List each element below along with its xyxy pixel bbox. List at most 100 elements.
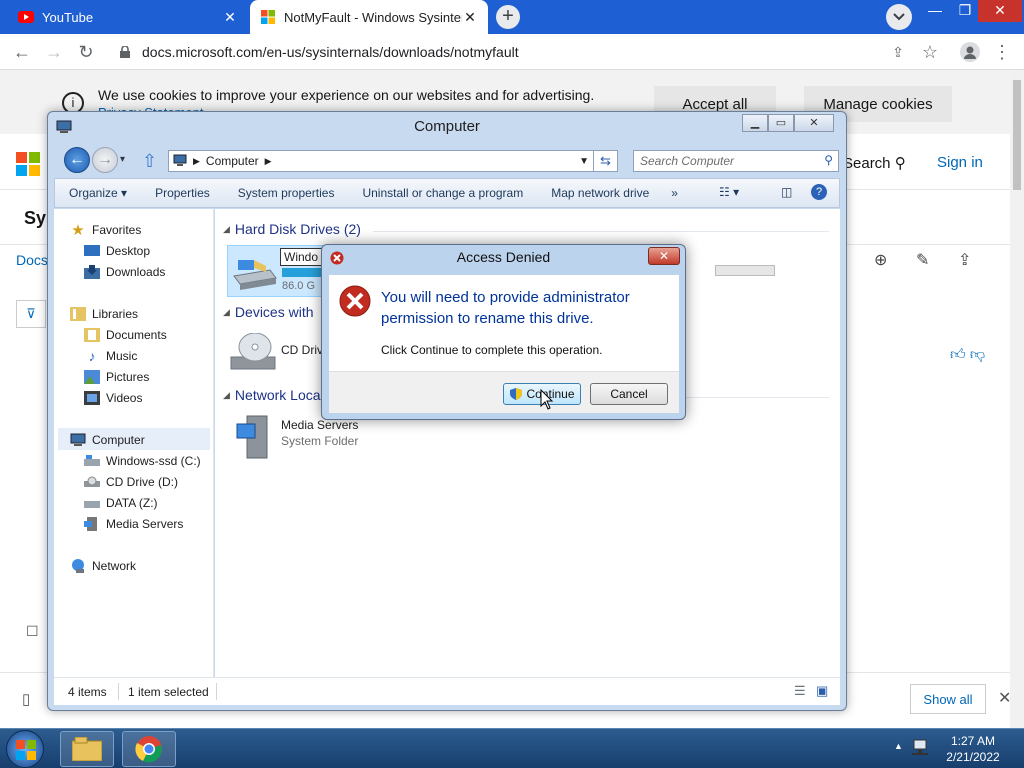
- recent-pages-chevron-icon[interactable]: ▾: [120, 154, 125, 165]
- explorer-taskbar-button[interactable]: [60, 731, 114, 767]
- tab-youtube[interactable]: YouTube ✕: [8, 0, 248, 34]
- group-network-locations[interactable]: ◢ Network Loca: [223, 387, 321, 403]
- nav-data-drive[interactable]: DATA (Z:): [84, 493, 158, 513]
- refresh-icon[interactable]: ⇆: [594, 150, 618, 172]
- search-icon[interactable]: ⚲: [824, 153, 833, 167]
- details-view-icon[interactable]: ☰: [794, 683, 806, 699]
- nav-windows-ssd[interactable]: Windows-ssd (C:): [84, 451, 201, 471]
- nav-pictures[interactable]: Pictures: [84, 367, 149, 387]
- address-bar[interactable]: ▶ Computer ▶ ▼: [168, 150, 594, 172]
- start-button[interactable]: [6, 730, 44, 768]
- close-icon[interactable]: ✕: [794, 114, 834, 132]
- address-dropdown-icon[interactable]: ▼: [579, 156, 589, 167]
- reload-icon[interactable]: ↻: [74, 40, 98, 64]
- clock-date: 2/21/2022: [946, 750, 1000, 764]
- show-all-button[interactable]: Show all: [910, 684, 986, 714]
- collapse-icon[interactable]: ◢: [223, 307, 230, 318]
- address-bar[interactable]: docs.microsoft.com/en-us/sysinternals/do…: [108, 38, 948, 66]
- nav-cd-drive[interactable]: CD Drive (D:): [84, 472, 178, 492]
- dialog-content-text: Click Continue to complete this operatio…: [381, 343, 603, 357]
- nav-computer[interactable]: Computer: [70, 430, 145, 450]
- chrome-taskbar-button[interactable]: [122, 731, 176, 767]
- divider: [118, 683, 119, 700]
- search-input[interactable]: Search Computer ⚲: [633, 150, 839, 172]
- uninstall-program-button[interactable]: Uninstall or change a program: [348, 186, 537, 200]
- rename-input[interactable]: Windo: [280, 248, 324, 266]
- more-commands-button[interactable]: »: [663, 186, 686, 200]
- restore-icon[interactable]: ❐: [950, 0, 980, 22]
- downloads-folder-icon: [84, 264, 100, 280]
- help-icon[interactable]: ?: [811, 184, 827, 200]
- share-icon[interactable]: ⇪: [886, 40, 910, 64]
- edit-icon[interactable]: ✎: [916, 250, 929, 270]
- properties-button[interactable]: Properties: [141, 186, 224, 200]
- site-search-link[interactable]: Search ⚲: [843, 154, 906, 172]
- uac-shield-icon: [510, 388, 523, 400]
- drive-c-item[interactable]: Windo 86.0 G: [227, 245, 324, 297]
- divider: [373, 231, 829, 232]
- nav-downloads[interactable]: Downloads: [84, 262, 165, 282]
- hard-drive-icon: [233, 260, 277, 290]
- nav-favorites[interactable]: ★ Favorites: [70, 220, 141, 240]
- back-arrow-icon[interactable]: ←: [64, 147, 90, 173]
- view-options-icon[interactable]: ☷ ▾: [719, 185, 739, 199]
- close-tab-icon[interactable]: ✕: [222, 9, 238, 26]
- nav-libraries[interactable]: Libraries: [70, 304, 138, 324]
- nav-music[interactable]: ♪ Music: [84, 346, 138, 366]
- dialog-close-button[interactable]: ✕: [648, 247, 680, 265]
- group-removable-devices[interactable]: ◢ Devices with: [223, 304, 314, 320]
- maximize-icon[interactable]: ▭: [768, 114, 794, 132]
- share-page-icon[interactable]: ⇪: [958, 250, 971, 270]
- tiles-view-icon[interactable]: ▣: [816, 683, 828, 699]
- forward-icon[interactable]: →: [42, 40, 66, 64]
- system-properties-button[interactable]: System properties: [224, 186, 349, 200]
- cookie-message: We use cookies to improve your experienc…: [98, 87, 595, 103]
- up-arrow-icon[interactable]: ⇧: [142, 151, 157, 172]
- collapse-icon[interactable]: ◢: [223, 390, 230, 401]
- minimize-icon[interactable]: ▁: [742, 114, 768, 132]
- nav-videos[interactable]: Videos: [84, 388, 142, 408]
- close-tab-icon[interactable]: ✕: [462, 9, 478, 26]
- nav-network[interactable]: Network: [70, 556, 136, 576]
- new-tab-button[interactable]: +: [496, 5, 520, 29]
- close-window-icon[interactable]: ✕: [978, 0, 1022, 22]
- system-clock[interactable]: 1:27 AM 2/21/2022: [934, 733, 1012, 765]
- back-icon[interactable]: ←: [10, 40, 34, 64]
- cancel-button[interactable]: Cancel: [590, 383, 668, 405]
- preview-pane-icon[interactable]: ◫: [781, 185, 792, 199]
- minimize-icon[interactable]: —: [920, 0, 950, 22]
- address-text[interactable]: Computer: [206, 154, 259, 168]
- nav-media-servers[interactable]: Media Servers: [84, 514, 183, 534]
- nav-desktop[interactable]: Desktop: [84, 241, 150, 261]
- profile-icon[interactable]: [958, 40, 982, 64]
- network-status-icon[interactable]: [912, 738, 930, 759]
- add-icon[interactable]: ⊕: [874, 250, 887, 270]
- organize-button[interactable]: Organize ▾: [55, 186, 141, 200]
- group-hard-disk-drives[interactable]: ◢ Hard Disk Drives (2): [223, 221, 361, 237]
- sign-in-link[interactable]: Sign in: [937, 154, 983, 171]
- tab-search-button[interactable]: [886, 4, 912, 30]
- filter-icon[interactable]: ⊽: [16, 300, 46, 328]
- mouse-pointer-icon: [540, 389, 554, 410]
- breadcrumb-arrow-icon[interactable]: ▶: [193, 156, 200, 167]
- breadcrumb-arrow-icon[interactable]: ▶: [265, 156, 272, 167]
- toc-icon[interactable]: ☐: [26, 623, 39, 640]
- collapse-icon[interactable]: ◢: [223, 224, 230, 235]
- dialog-title: Access Denied: [456, 249, 551, 265]
- page-scrollbar[interactable]: [1010, 70, 1024, 728]
- status-bar: 4 items 1 item selected ☰ ▣: [54, 677, 840, 705]
- star-icon[interactable]: ☆: [918, 40, 942, 64]
- scroll-thumb[interactable]: [1013, 80, 1021, 190]
- menu-icon[interactable]: ⋮: [990, 40, 1014, 64]
- desktop-icon: [84, 243, 100, 259]
- microsoft-logo[interactable]: [16, 152, 40, 179]
- map-network-drive-button[interactable]: Map network drive: [537, 186, 663, 200]
- thumbs-icon[interactable]: 👍︎ 👎︎: [950, 346, 985, 364]
- tab-notmyfault[interactable]: NotMyFault - Windows Sysinternals ✕: [250, 0, 488, 34]
- forward-arrow-icon[interactable]: →: [92, 147, 118, 173]
- clock-time: 1:27 AM: [950, 734, 996, 748]
- breadcrumb[interactable]: Docs: [16, 252, 48, 268]
- show-hidden-icons[interactable]: ▲: [894, 741, 903, 751]
- tab-title: NotMyFault - Windows Sysinternals: [284, 9, 462, 25]
- nav-documents[interactable]: Documents: [84, 325, 167, 345]
